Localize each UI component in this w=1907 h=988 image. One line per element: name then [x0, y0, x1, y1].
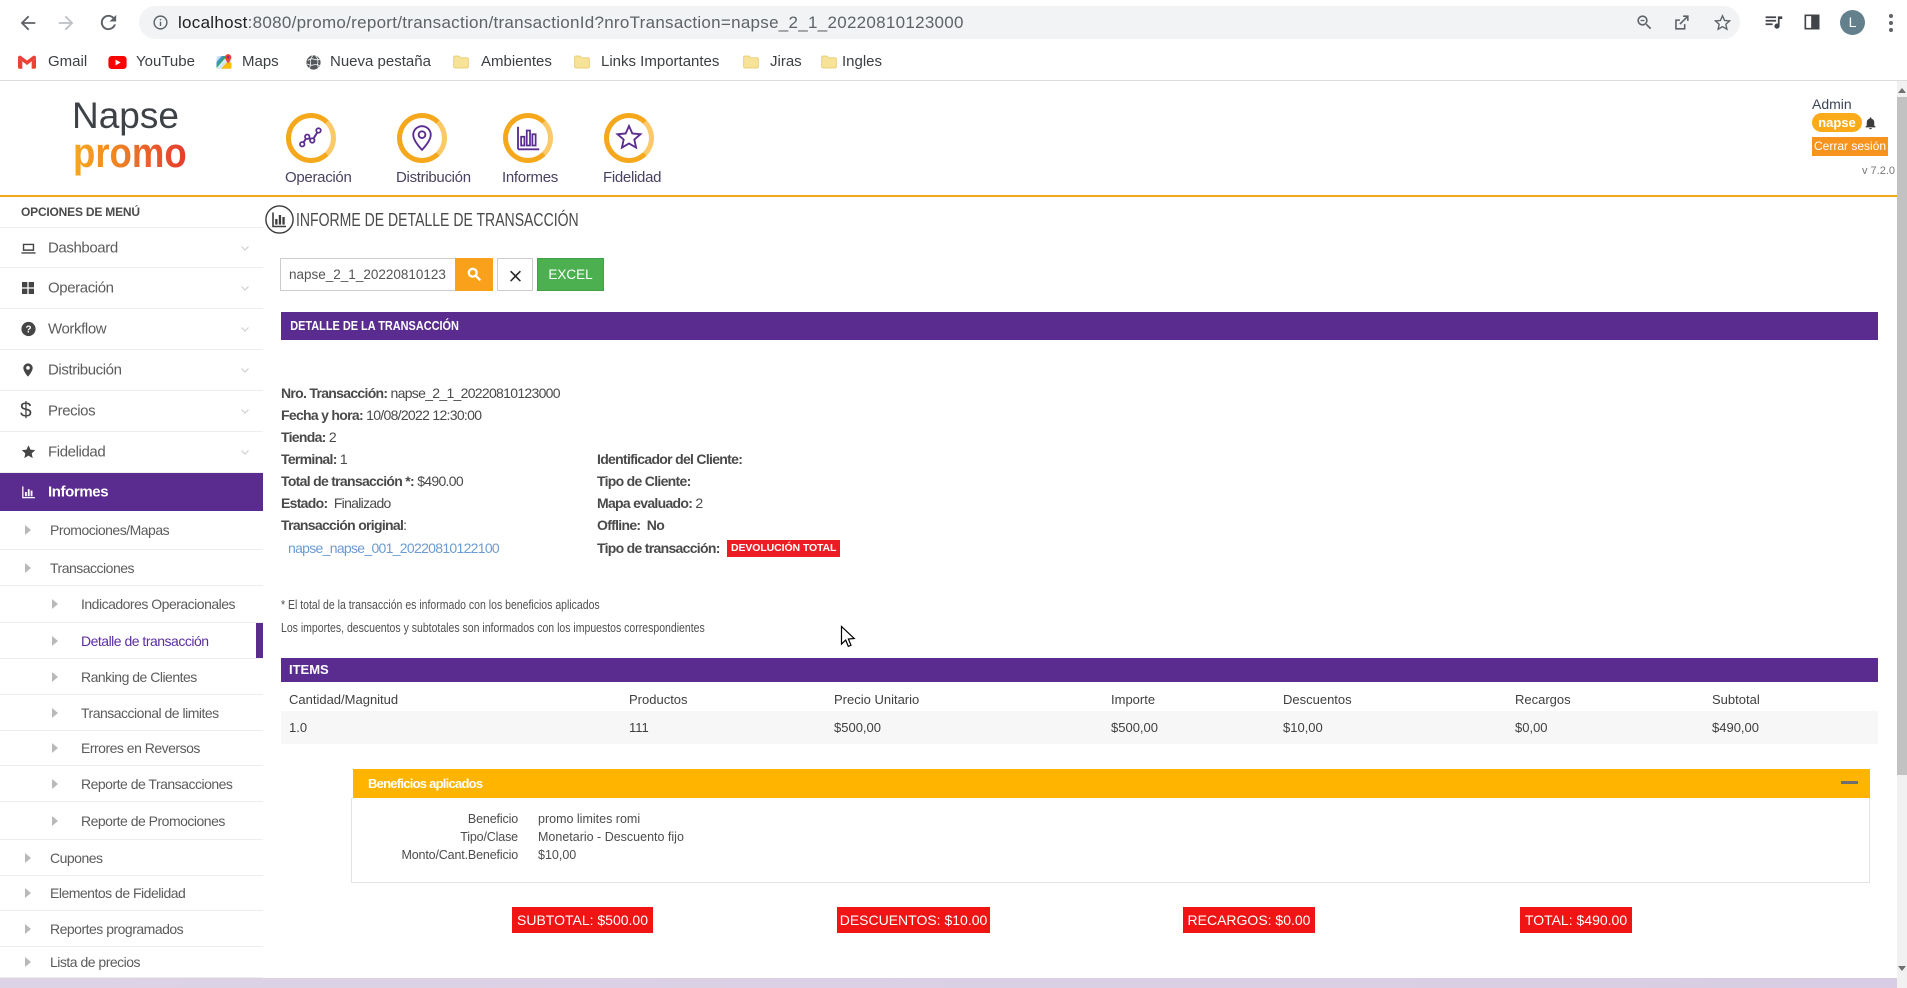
svg-text:?: ?	[25, 325, 31, 336]
